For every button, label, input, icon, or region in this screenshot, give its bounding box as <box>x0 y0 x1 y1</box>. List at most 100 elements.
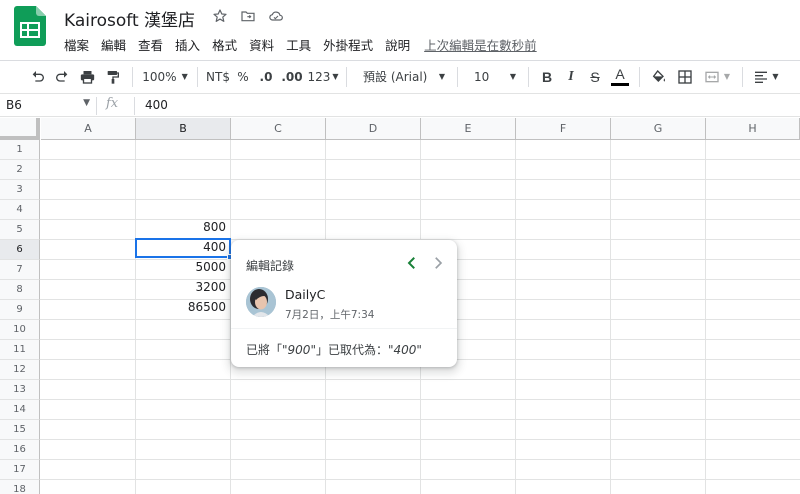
print-icon[interactable] <box>74 65 100 89</box>
row-header-5[interactable]: 5 <box>0 220 40 240</box>
increase-decimal-button[interactable]: .00 <box>278 65 306 89</box>
menu-tools[interactable]: 工具 <box>280 35 317 54</box>
menu-help[interactable]: 說明 <box>379 35 416 54</box>
sheets-logo-icon[interactable] <box>14 6 46 46</box>
edit-timestamp: 7月2日，上午7:34 <box>285 309 375 321</box>
menu-edit[interactable]: 編輯 <box>95 35 132 54</box>
column-header-h[interactable]: H <box>706 118 800 140</box>
name-box[interactable]: B6 ▼ <box>4 98 90 114</box>
cell-b7[interactable]: 5000 <box>136 258 230 278</box>
chevron-down-icon: ▼ <box>181 72 188 81</box>
chevron-down-icon: ▼ <box>83 98 90 108</box>
popup-divider <box>231 328 457 329</box>
grid-row-line <box>40 159 800 160</box>
menu-file[interactable]: 檔案 <box>58 35 95 54</box>
column-header-b[interactable]: B <box>136 118 231 140</box>
merge-cells-icon[interactable]: ▼ <box>698 65 736 89</box>
column-header-f[interactable]: F <box>516 118 611 140</box>
grid-row-line <box>40 199 800 200</box>
zoom-select[interactable]: 100% ▼ <box>139 65 191 89</box>
previous-edit-button[interactable] <box>403 254 421 272</box>
row-header-2[interactable]: 2 <box>0 160 40 180</box>
grid-row-line <box>40 179 800 180</box>
column-header-c[interactable]: C <box>231 118 326 140</box>
menu-addons[interactable]: 外掛程式 <box>317 35 379 54</box>
formula-bar: B6 ▼ fx 400 <box>0 93 800 117</box>
decrease-decimal-label: .0 <box>259 69 273 84</box>
column-header-a[interactable]: A <box>41 118 136 140</box>
row-header-4[interactable]: 4 <box>0 200 40 220</box>
formula-divider <box>134 97 135 115</box>
cell-b9[interactable]: 86500 <box>136 298 230 318</box>
row-header-8[interactable]: 8 <box>0 280 40 300</box>
grid-row-line <box>40 459 800 460</box>
selected-cell-border <box>135 238 231 258</box>
text-color-label: A <box>615 66 625 82</box>
row-header-14[interactable]: 14 <box>0 400 40 420</box>
star-icon[interactable] <box>210 6 230 26</box>
row-header-13[interactable]: 13 <box>0 380 40 400</box>
row-header-9[interactable]: 9 <box>0 300 40 320</box>
paint-format-icon[interactable] <box>100 65 126 89</box>
row-header-17[interactable]: 17 <box>0 460 40 480</box>
change-description: 已將「"900"」已取代為："400" <box>246 341 422 358</box>
more-formats-select[interactable]: 123 ▼ <box>306 65 340 89</box>
formula-input[interactable]: 400 <box>145 98 168 112</box>
font-size-select[interactable]: 10 ▼ <box>464 65 522 89</box>
row-header-11[interactable]: 11 <box>0 340 40 360</box>
move-folder-icon[interactable] <box>238 6 258 26</box>
fill-color-icon[interactable] <box>646 65 672 89</box>
chevron-down-icon: ▼ <box>438 72 445 81</box>
chevron-down-icon: ▼ <box>772 72 779 81</box>
name-box-value: B6 <box>6 98 22 112</box>
new-value: "400" <box>387 343 422 357</box>
change-mid: 」已取代為： <box>315 343 388 357</box>
row-header-18[interactable]: 18 <box>0 480 40 494</box>
grid-row-line <box>40 479 800 480</box>
menu-bar: 檔案 編輯 查看 插入 格式 資料 工具 外掛程式 說明 上次編輯是在數秒前 <box>58 35 543 54</box>
cloud-status-icon[interactable] <box>266 6 286 26</box>
chevron-left-icon <box>407 257 415 269</box>
undo-icon[interactable] <box>26 65 50 89</box>
strikethrough-button[interactable]: S <box>583 65 607 89</box>
editor-name: DailyC <box>285 287 326 302</box>
align-left-icon[interactable]: ▼ <box>749 65 783 89</box>
menu-insert[interactable]: 插入 <box>169 35 206 54</box>
menu-data[interactable]: 資料 <box>243 35 280 54</box>
percent-format-button[interactable]: % <box>232 65 254 89</box>
column-header-g[interactable]: G <box>611 118 706 140</box>
text-color-button[interactable]: A <box>607 65 633 89</box>
borders-icon[interactable] <box>672 65 698 89</box>
italic-button[interactable]: I <box>559 65 583 89</box>
last-edit-link[interactable]: 上次編輯是在數秒前 <box>418 35 543 54</box>
grid-row-line <box>40 439 800 440</box>
column-header-e[interactable]: E <box>421 118 516 140</box>
cell-b5[interactable]: 800 <box>136 218 230 238</box>
row-header-15[interactable]: 15 <box>0 420 40 440</box>
row-header-1[interactable]: 1 <box>0 140 40 160</box>
chevron-down-icon: ▼ <box>723 72 731 81</box>
row-header-3[interactable]: 3 <box>0 180 40 200</box>
redo-icon[interactable] <box>50 65 74 89</box>
row-header-7[interactable]: 7 <box>0 260 40 280</box>
row-header-6[interactable]: 6 <box>0 240 40 260</box>
chevron-right-icon <box>435 257 443 269</box>
currency-format-button[interactable]: NT$ <box>204 65 232 89</box>
old-value: "900" <box>282 343 316 357</box>
font-family-select[interactable]: 預設 (Arial) ▼ <box>353 65 451 89</box>
zoom-value: 100% <box>142 69 177 84</box>
menu-format[interactable]: 格式 <box>206 35 243 54</box>
document-title[interactable]: Kairosoft 漢堡店 <box>64 6 195 31</box>
row-header-10[interactable]: 10 <box>0 320 40 340</box>
select-all-corner[interactable] <box>0 118 40 140</box>
menu-view[interactable]: 查看 <box>132 35 169 54</box>
column-header-d[interactable]: D <box>326 118 421 140</box>
decrease-decimal-button[interactable]: .0 <box>254 65 278 89</box>
bold-button[interactable]: B <box>535 65 559 89</box>
edit-history-popup: 編輯記錄 DailyC 7月2日，上午7:34 已將「"900"」已取代為："4… <box>231 240 457 367</box>
row-header-12[interactable]: 12 <box>0 360 40 380</box>
app-header: Kairosoft 漢堡店 檔案 編輯 查看 插入 格式 資料 工具 外掛程式 … <box>0 0 800 60</box>
cell-b8[interactable]: 3200 <box>136 278 230 298</box>
next-edit-button[interactable] <box>429 254 447 272</box>
row-header-16[interactable]: 16 <box>0 440 40 460</box>
